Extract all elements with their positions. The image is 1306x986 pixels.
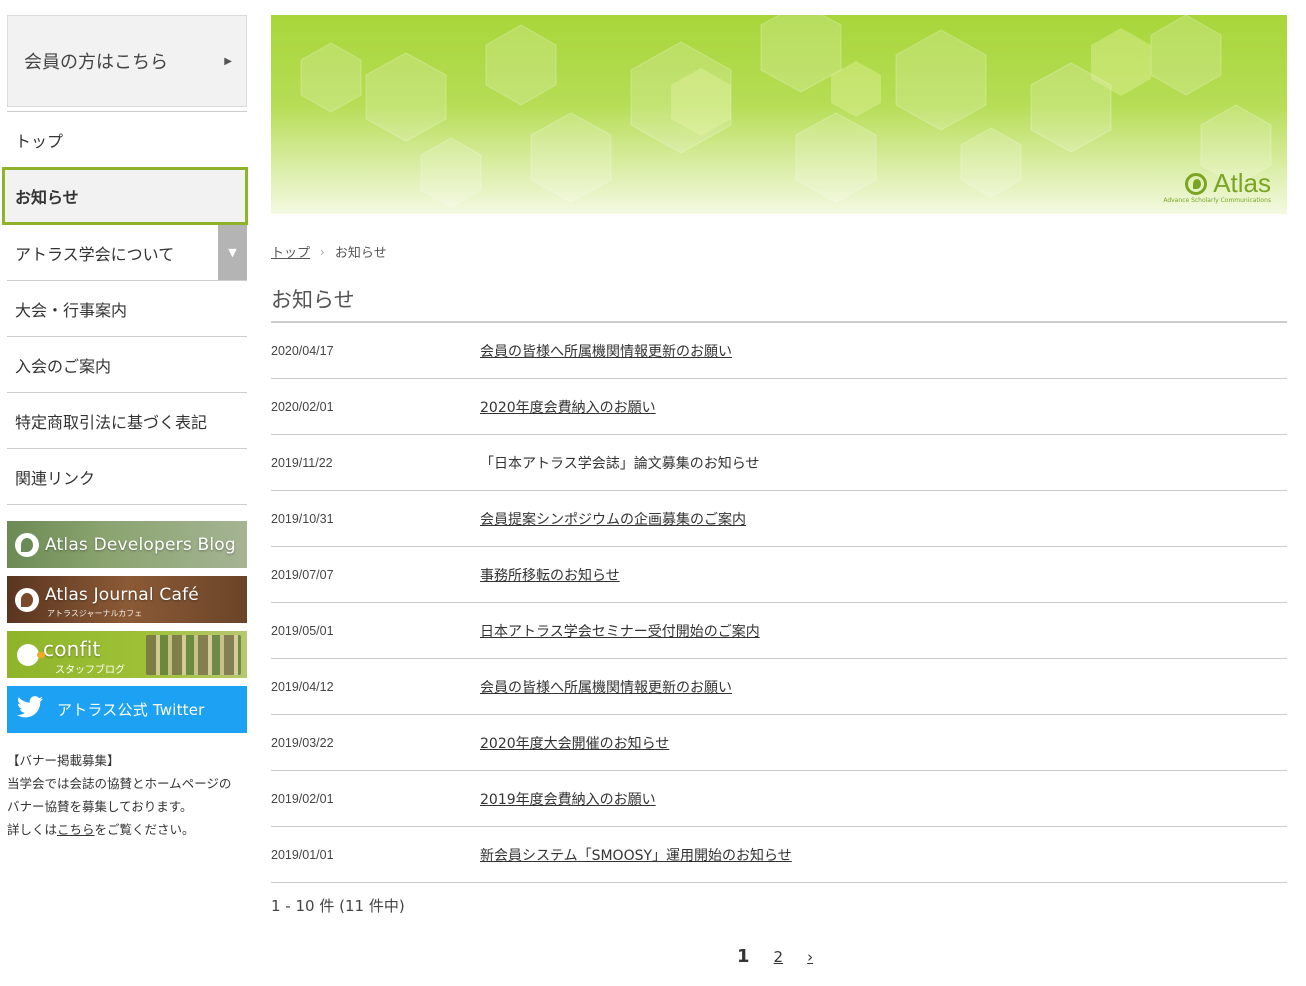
page-title: お知らせ bbox=[271, 284, 1287, 323]
recruit-text-pre: 詳しくは bbox=[7, 822, 58, 837]
news-date: 2019/10/31 bbox=[271, 511, 334, 526]
sidebar-item-label: トップ bbox=[15, 131, 64, 151]
sidebar-item-events[interactable]: 大会・行事案内 bbox=[7, 281, 247, 337]
news-date: 2019/11/22 bbox=[271, 455, 333, 470]
breadcrumb-home-link[interactable]: トップ bbox=[271, 242, 310, 261]
chevron-right-icon: › bbox=[320, 244, 325, 259]
atlas-logo-icon bbox=[15, 587, 39, 612]
duck-icon bbox=[17, 643, 45, 666]
sidebar-nav: トップ お知らせ アトラス学会について ▼ 大会・行事案内 入会のご案内 特定商… bbox=[2, 111, 248, 505]
sidebar: 会員の方はこちら ▶ トップ お知らせ アトラス学会について ▼ 大会・行事案内… bbox=[2, 15, 248, 841]
banner-recruit-notice: 【バナー掲載募集】 当学会では会誌の協賛とホームページの バナー協賛を募集してお… bbox=[7, 749, 247, 841]
banner-sublabel: アトラスジャーナルカフェ bbox=[47, 609, 143, 618]
news-title-link[interactable]: 2020年度会費納入のお願い bbox=[480, 397, 656, 417]
sidebar-item-links[interactable]: 関連リンク bbox=[7, 449, 247, 505]
pagination: 1 2 › bbox=[737, 946, 813, 967]
sidebar-item-membership[interactable]: 入会のご案内 bbox=[7, 337, 247, 393]
member-login-label: 会員の方はこちら bbox=[24, 52, 168, 73]
breadcrumb-current: お知らせ bbox=[334, 246, 387, 261]
list-item: 2020/04/17 会員の皆様へ所属機関情報更新のお願い bbox=[271, 323, 1287, 379]
sidebar-item-label: お知らせ bbox=[15, 188, 79, 207]
news-title-link[interactable]: 2020年度大会開催のお知らせ bbox=[480, 733, 669, 753]
recruit-heading: 【バナー掲載募集】 bbox=[7, 753, 120, 768]
banner-list: Atlas Developers Blog Atlas Journal Café… bbox=[7, 521, 247, 733]
sidebar-item-label: 関連リンク bbox=[15, 468, 96, 488]
news-list: 2020/04/17 会員の皆様へ所属機関情報更新のお願い 2020/02/01… bbox=[271, 323, 1287, 883]
sidebar-item-about[interactable]: アトラス学会について ▼ bbox=[7, 225, 247, 281]
journal-cafe-banner[interactable]: Atlas Journal Café アトラスジャーナルカフェ bbox=[7, 576, 247, 623]
list-item: 2020/02/01 2020年度会費納入のお願い bbox=[271, 379, 1287, 435]
recruit-details-link[interactable]: こちら bbox=[57, 822, 95, 837]
developers-blog-banner[interactable]: Atlas Developers Blog bbox=[7, 521, 247, 568]
result-count: 1 - 10 件 (11 件中) bbox=[271, 897, 405, 915]
sidebar-item-news[interactable]: お知らせ bbox=[2, 167, 248, 225]
list-item: 2019/07/07 事務所移転のお知らせ bbox=[271, 547, 1287, 603]
banner-sublabel: スタッフブログ bbox=[55, 665, 125, 676]
next-page-arrow-icon[interactable]: › bbox=[807, 948, 813, 966]
chevron-down-icon[interactable]: ▼ bbox=[218, 225, 247, 280]
recruit-text-post: をご覧ください。 bbox=[94, 822, 195, 837]
confit-blog-banner[interactable]: confit スタッフブログ bbox=[7, 631, 247, 678]
list-item: 2019/04/12 会員の皆様へ所属機関情報更新のお願い bbox=[271, 659, 1287, 715]
hero-banner: Atlas Advance Scholarly Communications bbox=[271, 15, 1287, 214]
page-link-2[interactable]: 2 bbox=[774, 948, 784, 966]
arrow-right-icon: ▶ bbox=[224, 55, 232, 67]
twitter-bird-icon bbox=[17, 695, 43, 724]
news-title-link[interactable]: 会員提案シンポジウムの企画募集のご案内 bbox=[480, 509, 746, 529]
sidebar-item-label: 入会のご案内 bbox=[15, 356, 112, 376]
news-date: 2019/04/12 bbox=[271, 679, 334, 694]
page-current: 1 bbox=[737, 946, 750, 967]
banner-label: Atlas Journal Café bbox=[45, 584, 199, 605]
list-item: 2019/02/01 2019年度会費納入のお願い bbox=[271, 771, 1287, 827]
news-date: 2020/04/17 bbox=[271, 343, 334, 358]
sidebar-item-top[interactable]: トップ bbox=[7, 112, 247, 168]
breadcrumb: トップ › お知らせ bbox=[271, 242, 387, 262]
recruit-text: バナー協賛を募集しております。 bbox=[7, 799, 193, 814]
list-item: 2019/05/01 日本アトラス学会セミナー受付開始のご案内 bbox=[271, 603, 1287, 659]
news-title-link[interactable]: 新会員システム「SMOOSY」運用開始のお知らせ bbox=[480, 845, 792, 865]
sidebar-item-label: 大会・行事案内 bbox=[15, 300, 128, 320]
banner-label: アトラス公式 Twitter bbox=[57, 701, 205, 719]
atlas-logo-icon bbox=[15, 532, 39, 557]
staff-photo bbox=[146, 635, 241, 675]
list-item: 2019/01/01 新会員システム「SMOOSY」運用開始のお知らせ bbox=[271, 827, 1287, 883]
news-title-link[interactable]: 日本アトラス学会セミナー受付開始のご案内 bbox=[480, 621, 760, 641]
sidebar-item-label: アトラス学会について bbox=[15, 244, 175, 264]
member-login-button[interactable]: 会員の方はこちら ▶ bbox=[7, 15, 247, 107]
list-item: 2019/03/22 2020年度大会開催のお知らせ bbox=[271, 715, 1287, 771]
sidebar-item-commercial-law[interactable]: 特定商取引法に基づく表記 bbox=[7, 393, 247, 449]
atlas-logo-icon bbox=[1185, 172, 1209, 195]
news-title-link[interactable]: 2019年度会費納入のお願い bbox=[480, 789, 656, 809]
news-date: 2019/07/07 bbox=[271, 567, 334, 582]
news-title: 「日本アトラス学会誌」論文募集のお知らせ bbox=[480, 455, 760, 472]
news-date: 2020/02/01 bbox=[271, 399, 334, 414]
hexagon-bokeh-background bbox=[300, 15, 1272, 208]
list-item: 2019/10/31 会員提案シンポジウムの企画募集のご案内 bbox=[271, 491, 1287, 547]
banner-label: Atlas Developers Blog bbox=[45, 534, 236, 555]
banner-label: confit bbox=[43, 636, 101, 661]
sidebar-item-label: 特定商取引法に基づく表記 bbox=[15, 412, 208, 432]
news-date: 2019/05/01 bbox=[271, 623, 334, 638]
news-date: 2019/03/22 bbox=[271, 735, 334, 750]
atlas-brand: Atlas Advance Scholarly Communications bbox=[1163, 168, 1271, 204]
list-item: 2019/11/22 「日本アトラス学会誌」論文募集のお知らせ bbox=[271, 435, 1287, 491]
recruit-text: 当学会では会誌の協賛とホームページの bbox=[7, 776, 232, 791]
news-date: 2019/02/01 bbox=[271, 791, 334, 806]
brand-name: Atlas bbox=[1213, 168, 1271, 198]
twitter-banner[interactable]: アトラス公式 Twitter bbox=[7, 686, 247, 733]
recruit-text: 詳しくはこちらをご覧ください。 bbox=[7, 818, 247, 841]
news-title-link[interactable]: 事務所移転のお知らせ bbox=[480, 565, 620, 585]
news-title-link[interactable]: 会員の皆様へ所属機関情報更新のお願い bbox=[480, 341, 732, 361]
brand-tagline: Advance Scholarly Communications bbox=[1163, 197, 1271, 204]
news-date: 2019/01/01 bbox=[271, 847, 334, 862]
news-title-link[interactable]: 会員の皆様へ所属機関情報更新のお願い bbox=[480, 677, 732, 697]
